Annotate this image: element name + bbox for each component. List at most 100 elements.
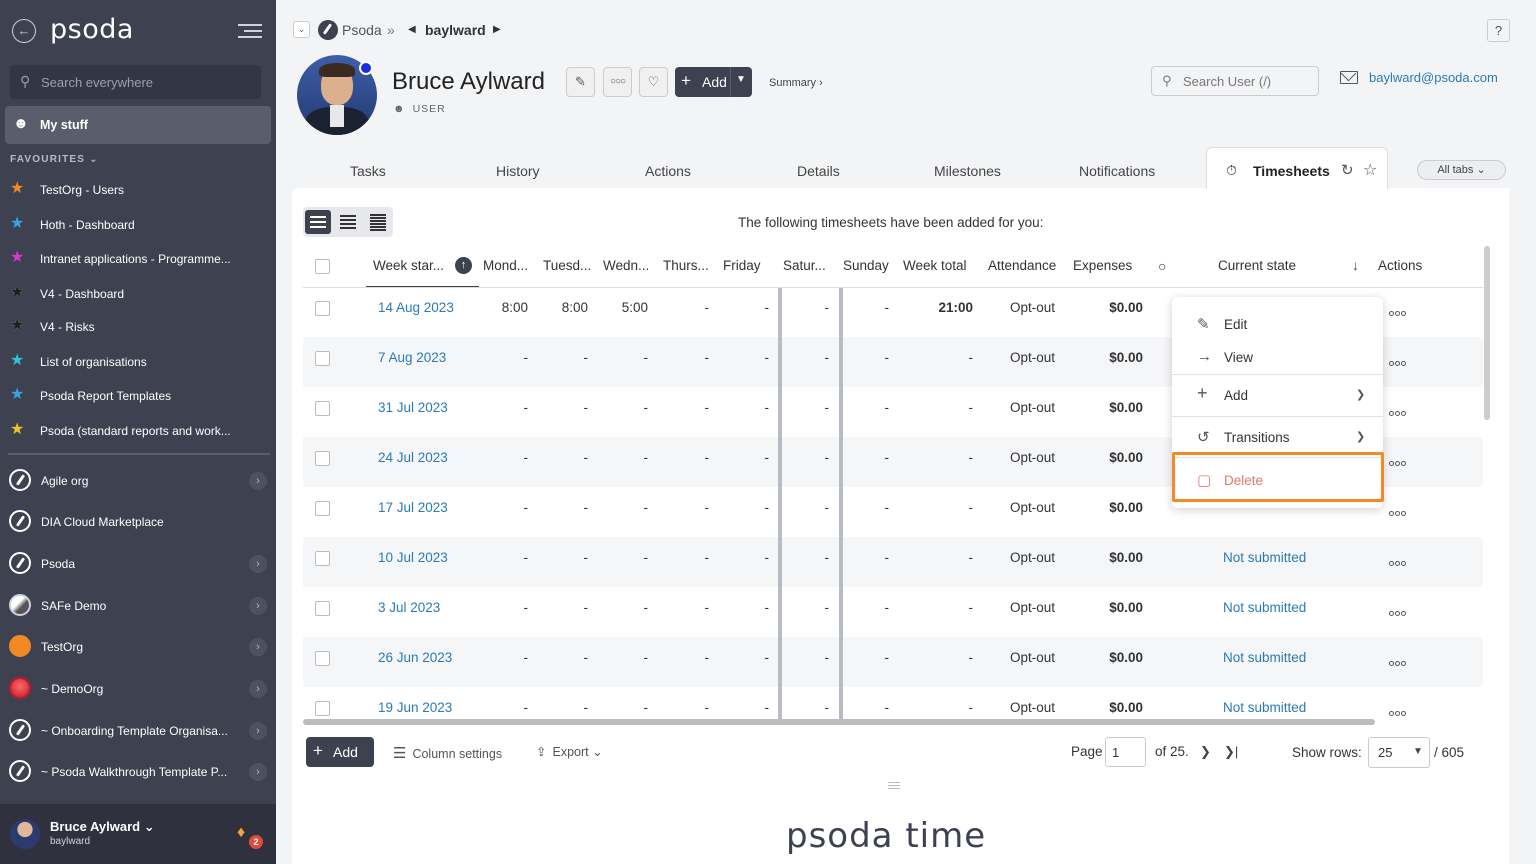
star-icon[interactable]: ☆	[1363, 160, 1377, 180]
week-start-link[interactable]: 24 Jul 2023	[378, 450, 448, 465]
comment-icon[interactable]: ○	[1158, 258, 1166, 274]
menu-item-add[interactable]: + Add ❯	[1172, 378, 1383, 412]
col-wednesday[interactable]: Wedn...	[603, 258, 649, 273]
col-week-total[interactable]: Week total	[903, 258, 967, 273]
row-checkbox[interactable]	[315, 651, 330, 666]
row-checkbox[interactable]	[315, 601, 330, 616]
page-number-input[interactable]	[1105, 737, 1146, 767]
email-link[interactable]: baylward@psoda.com	[1369, 70, 1498, 85]
tab-notifications[interactable]: Notifications	[1079, 163, 1155, 179]
chevron-right-icon[interactable]: ›	[249, 638, 267, 656]
add-button[interactable]: + Add ▼	[675, 67, 752, 97]
user-menu[interactable]: Bruce Aylward ⌄ baylward ♦ 2	[0, 804, 276, 864]
favourite-item[interactable]: ★ Psoda (standard reports and work...	[10, 417, 260, 445]
view-comfortable-button[interactable]	[305, 210, 331, 234]
add-timesheet-button[interactable]: + Add	[306, 737, 374, 767]
week-start-link[interactable]: 7 Aug 2023	[378, 350, 446, 365]
breadcrumb-toggle[interactable]: ⌄	[293, 21, 310, 38]
vertical-scrollbar[interactable]	[1484, 246, 1490, 420]
col-friday[interactable]: Friday	[723, 258, 761, 273]
favourite-item[interactable]: ★ V4 - Risks	[10, 313, 260, 341]
resize-handle[interactable]	[888, 782, 900, 791]
chevron-right-icon[interactable]: ›	[249, 555, 267, 573]
col-current-state[interactable]: Current state	[1218, 258, 1296, 273]
summary-link[interactable]: Summary ›	[769, 77, 823, 89]
row-actions-icon[interactable]	[1389, 304, 1409, 316]
state-link[interactable]: Not submitted	[1223, 700, 1306, 715]
org-item[interactable]: ~ Onboarding Template Organisa... ›	[9, 715, 267, 747]
row-actions-icon[interactable]	[1389, 354, 1409, 366]
col-monday[interactable]: Mond...	[483, 258, 528, 273]
week-start-link[interactable]: 26 Jun 2023	[378, 650, 452, 665]
select-all-checkbox[interactable]	[315, 259, 330, 274]
favourite-item[interactable]: ★ List of organisations	[10, 348, 260, 376]
tab-details[interactable]: Details	[797, 163, 840, 179]
notifications-icon[interactable]: ♦	[237, 824, 245, 842]
view-compact-button[interactable]	[335, 210, 361, 234]
row-actions-icon[interactable]	[1389, 454, 1409, 466]
col-expenses[interactable]: Expenses	[1073, 258, 1132, 273]
week-start-link[interactable]: 10 Jul 2023	[378, 550, 448, 565]
col-thursday[interactable]: Thurs...	[663, 258, 709, 273]
export-button[interactable]: ⇪ Export ⌄	[536, 744, 603, 759]
psoda-logo[interactable]: psoda	[50, 14, 134, 45]
edit-button[interactable]: ✎	[566, 67, 595, 97]
org-item[interactable]: Agile org ›	[9, 465, 267, 497]
chevron-right-icon[interactable]: ›	[249, 763, 267, 781]
chevron-right-icon[interactable]: ›	[249, 680, 267, 698]
org-item[interactable]: TestOrg ›	[9, 631, 267, 663]
favourite-item[interactable]: ★ Hoth - Dashboard	[10, 211, 260, 239]
favourite-item[interactable]: ★ V4 - Dashboard	[10, 280, 260, 308]
row-actions-icon[interactable]	[1389, 404, 1409, 416]
help-button[interactable]: ?	[1487, 19, 1510, 42]
favourite-item[interactable]: ★ TestOrg - Users	[10, 176, 260, 204]
row-actions-icon[interactable]	[1389, 654, 1409, 666]
row-checkbox[interactable]	[315, 401, 330, 416]
org-item[interactable]: Psoda ›	[9, 548, 267, 580]
week-start-link[interactable]: 17 Jul 2023	[378, 500, 448, 515]
previous-arrow-icon[interactable]: ◀	[408, 24, 416, 35]
tab-actions[interactable]: Actions	[645, 163, 691, 179]
rows-per-page-select[interactable]: 25 ▼	[1368, 737, 1430, 768]
last-page-icon[interactable]: ❯|	[1224, 744, 1238, 760]
week-start-link[interactable]: 14 Aug 2023	[378, 300, 454, 315]
tag-button[interactable]: ♡	[639, 67, 668, 97]
horizontal-scrollbar[interactable]	[303, 719, 1375, 725]
collapse-menu-icon[interactable]	[238, 24, 262, 38]
chevron-right-icon[interactable]: ›	[249, 597, 267, 615]
row-checkbox[interactable]	[315, 301, 330, 316]
breadcrumb-root[interactable]: Psoda	[342, 22, 382, 38]
chevron-right-icon[interactable]: ›	[249, 722, 267, 740]
column-settings-button[interactable]: ☰ Column settings	[393, 744, 502, 762]
favourite-item[interactable]: ★ Psoda Report Templates	[10, 382, 260, 410]
next-arrow-icon[interactable]: ▶	[493, 24, 501, 35]
col-sunday[interactable]: Sunday	[843, 258, 889, 273]
row-actions-icon[interactable]	[1389, 554, 1409, 566]
col-tuesday[interactable]: Tuesd...	[543, 258, 591, 273]
view-dense-button[interactable]	[365, 210, 391, 234]
tab-tasks[interactable]: Tasks	[350, 163, 386, 179]
org-item[interactable]: ~ Psoda Walkthrough Template P... ›	[9, 756, 267, 788]
week-start-link[interactable]: 3 Jul 2023	[378, 600, 440, 615]
back-icon[interactable]: ←	[12, 19, 36, 43]
search-user-input[interactable]: ⚲ Search User (/)	[1151, 66, 1319, 96]
row-checkbox[interactable]	[315, 451, 330, 466]
org-item[interactable]: ~ DemoOrg ›	[9, 673, 267, 705]
row-checkbox[interactable]	[315, 501, 330, 516]
next-page-icon[interactable]: ❯	[1200, 744, 1211, 760]
sort-ascending-icon[interactable]: ↑	[455, 257, 472, 274]
sidebar-item-my-stuff[interactable]: ☻ My stuff	[5, 106, 271, 144]
row-actions-icon[interactable]	[1389, 604, 1409, 616]
col-week-start[interactable]: Week star...	[373, 258, 444, 273]
row-actions-icon[interactable]	[1389, 504, 1409, 516]
col-saturday[interactable]: Satur...	[783, 258, 826, 273]
state-link[interactable]: Not submitted	[1223, 550, 1306, 565]
tab-timesheets[interactable]: ⏱ Timesheets ↻ ☆	[1206, 147, 1388, 189]
menu-item-edit[interactable]: ✎ Edit	[1172, 307, 1383, 341]
org-item[interactable]: DIA Cloud Marketplace	[9, 506, 267, 538]
favourites-header[interactable]: FAVOURITES ⌄	[10, 154, 99, 165]
menu-item-view[interactable]: → View	[1172, 340, 1383, 374]
row-checkbox[interactable]	[315, 701, 330, 716]
tab-history[interactable]: History	[496, 163, 540, 179]
refresh-icon[interactable]: ↻	[1341, 161, 1354, 179]
